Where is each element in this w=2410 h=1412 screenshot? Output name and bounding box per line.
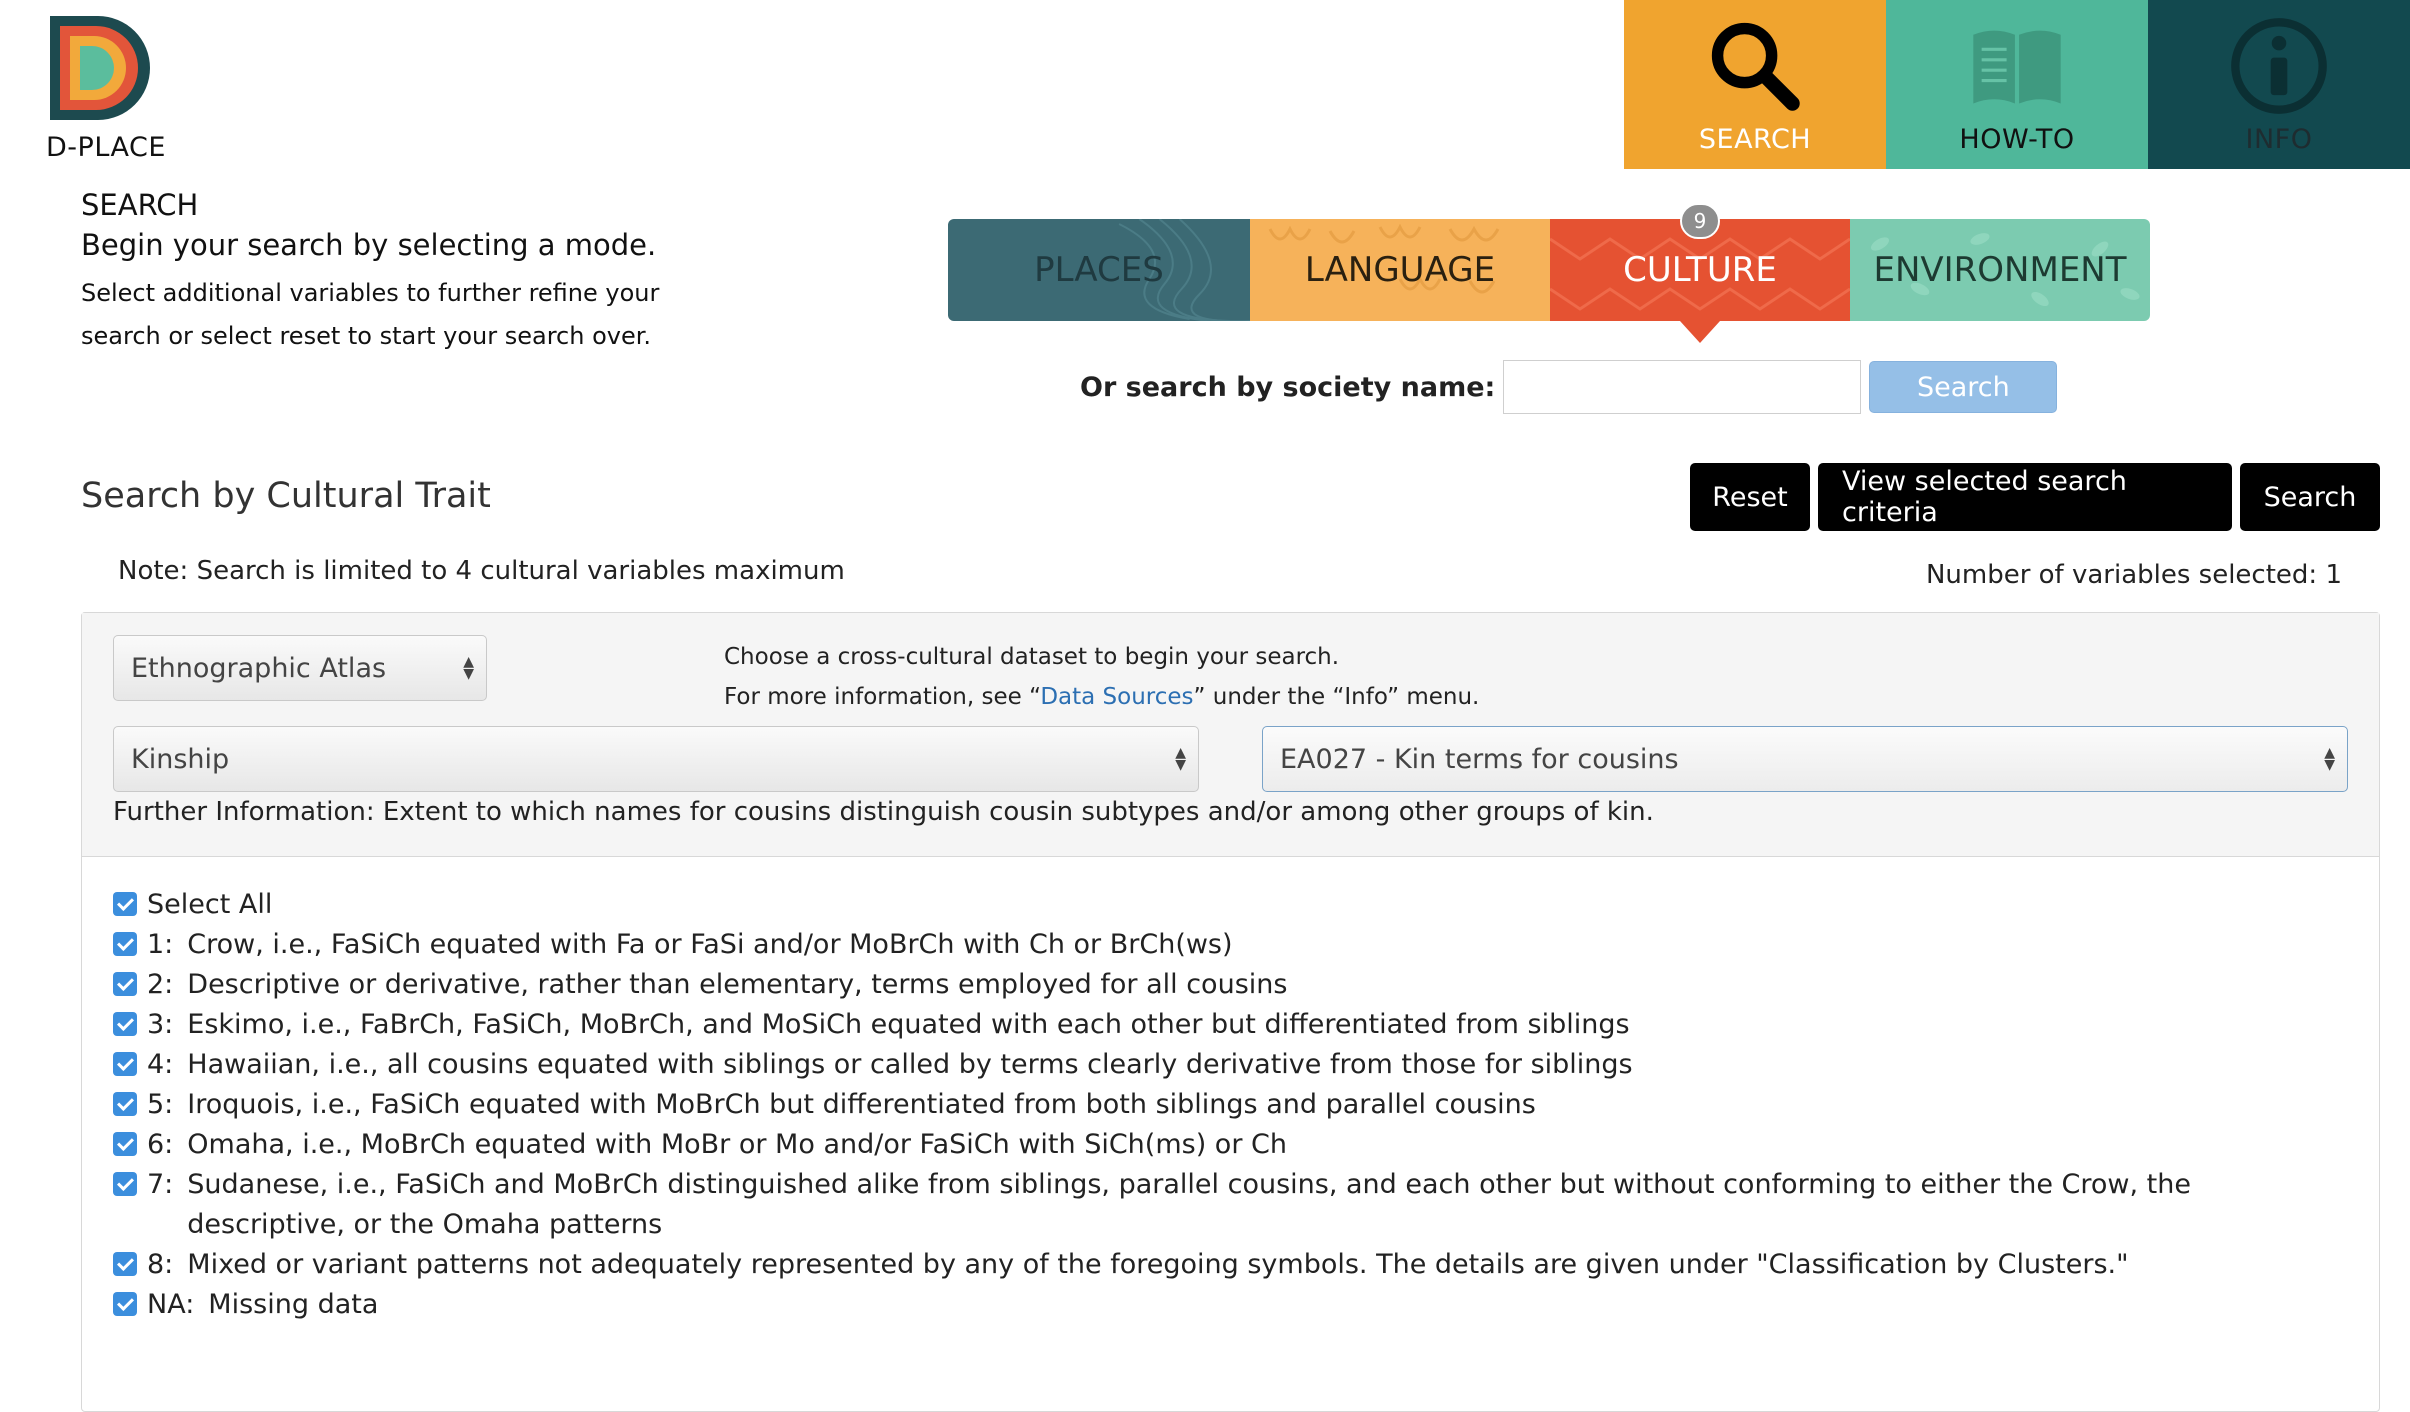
code-row[interactable]: 4: Hawaiian, i.e., all cousins equated w… <box>113 1045 2343 1085</box>
view-criteria-button[interactable]: View selected search criteria <box>1818 463 2232 531</box>
code-description: Iroquois, i.e., FaSiCh equated with MoBr… <box>187 1089 1536 1120</box>
data-sources-link[interactable]: Data Sources <box>1040 684 1193 710</box>
code-row[interactable]: 7: Sudanese, i.e., FaSiCh and MoBrCh dis… <box>113 1165 2343 1245</box>
code-value: 1: <box>147 929 174 960</box>
code-checkbox[interactable] <box>113 1172 137 1196</box>
select-all-label: Select All <box>147 889 273 920</box>
society-search: Or search by society name: Search <box>1080 360 2058 414</box>
code-value: 7: <box>147 1169 174 1200</box>
select-arrows-icon: ▲ ▼ <box>1175 745 1186 773</box>
nav-howto-button[interactable]: HOW-TO <box>1886 0 2148 169</box>
code-value: NA: <box>147 1289 195 1320</box>
code-row[interactable]: NA: Missing data <box>113 1285 2343 1325</box>
d-place-logo[interactable]: D-PLACE <box>46 12 166 163</box>
dataset-select[interactable]: Ethnographic Atlas ▲ ▼ <box>113 635 487 701</box>
mode-tabs: PLACES LANGUAGE 9 CULTURE ENVIRONMENT <box>948 203 2150 343</box>
tab-culture[interactable]: 9 CULTURE <box>1550 203 1850 343</box>
society-name-input[interactable] <box>1503 360 1862 414</box>
code-description: Hawaiian, i.e., all cousins equated with… <box>187 1049 1633 1080</box>
code-value: 8: <box>147 1249 174 1280</box>
nav-info-label: INFO <box>2245 124 2313 155</box>
code-value: 3: <box>147 1009 174 1040</box>
select-arrows-icon: ▲ ▼ <box>2324 745 2335 773</box>
code-row[interactable]: 5: Iroquois, i.e., FaSiCh equated with M… <box>113 1085 2343 1125</box>
code-value: 4: <box>147 1049 174 1080</box>
variables-selected-value: 1 <box>2325 560 2342 590</box>
select-arrows-icon: ▲ ▼ <box>463 654 474 682</box>
variables-selected-count: Number of variables selected: 1 <box>1926 560 2342 590</box>
search-icon <box>1711 22 1800 111</box>
tab-places[interactable]: PLACES <box>948 219 1250 321</box>
book-icon <box>1973 30 2061 104</box>
variables-selected-label: Number of variables selected: <box>1925 560 2318 590</box>
code-value: 5: <box>147 1089 174 1120</box>
code-checkbox[interactable] <box>113 1252 137 1276</box>
code-checkbox[interactable] <box>113 972 137 996</box>
code-row[interactable]: 3: Eskimo, i.e., FaBrCh, FaSiCh, MoBrCh,… <box>113 1005 2343 1045</box>
code-checkbox[interactable] <box>113 1132 137 1156</box>
code-checkbox[interactable] <box>113 1052 137 1076</box>
active-tab-caret <box>1680 321 1720 343</box>
code-row[interactable]: 2: Descriptive or derivative, rather tha… <box>113 965 2343 1005</box>
variable-select-value: EA027 - Kin terms for cousins <box>1280 743 1679 775</box>
code-checkbox[interactable] <box>113 932 137 956</box>
intro-heading: SEARCH <box>81 188 199 222</box>
select-all-row[interactable]: Select All <box>113 885 2343 925</box>
category-select[interactable]: Kinship ▲ ▼ <box>113 726 1199 792</box>
intro-line-2: Select additional variables to further r… <box>81 279 660 350</box>
culture-count-badge: 9 <box>1680 203 1720 239</box>
tab-language[interactable]: LANGUAGE <box>1250 219 1550 321</box>
code-description: Descriptive or derivative, rather than e… <box>187 969 1288 1000</box>
nav-howto-label: HOW-TO <box>1959 124 2075 155</box>
category-select-value: Kinship <box>131 743 230 775</box>
d-place-logo-mark <box>50 16 150 120</box>
section-title: Search by Cultural Trait <box>81 476 491 516</box>
further-information: Further Information: Extent to which nam… <box>113 797 1654 827</box>
code-description: Mixed or variant patterns not adequately… <box>187 1249 2129 1280</box>
action-buttons: Reset View selected search criteria Sear… <box>1682 463 2380 531</box>
code-row[interactable]: 8: Mixed or variant patterns not adequat… <box>113 1245 2343 1285</box>
society-search-button[interactable]: Search <box>1869 361 2058 413</box>
reset-button[interactable]: Reset <box>1690 463 1810 531</box>
top-nav: SEARCH HOW-TO INFO <box>1624 0 2410 169</box>
code-checkbox[interactable] <box>113 1092 137 1116</box>
trait-filters: Ethnographic Atlas ▲ ▼ Choose a cross-cul… <box>82 613 2379 857</box>
tab-environment-label: ENVIRONMENT <box>1873 250 2127 290</box>
tab-places-label: PLACES <box>1034 250 1164 290</box>
code-checkbox[interactable] <box>113 1292 137 1316</box>
dataset-help-line-2: For more information, see “Data Sources”… <box>724 684 1480 710</box>
trait-panel: Ethnographic Atlas ▲ ▼ Choose a cross-cul… <box>81 612 2380 1412</box>
select-all-checkbox[interactable] <box>113 892 137 916</box>
search-button[interactable]: Search <box>2240 463 2380 531</box>
code-value: 6: <box>147 1129 174 1160</box>
dataset-help-line-1: Choose a cross-cultural dataset to begin… <box>724 644 1340 670</box>
nav-search-label: SEARCH <box>1698 124 1812 155</box>
logo-text: D-PLACE <box>46 132 166 163</box>
intro-line-1: Begin your search by selecting a mode. <box>81 228 657 262</box>
code-description: Omaha, i.e., MoBrCh equated with MoBr or… <box>187 1129 1287 1160</box>
code-checkbox[interactable] <box>113 1012 137 1036</box>
code-row[interactable]: 6: Omaha, i.e., MoBrCh equated with MoBr… <box>113 1125 2343 1165</box>
nav-info-button[interactable]: INFO <box>2148 0 2410 169</box>
tab-environment[interactable]: ENVIRONMENT <box>1850 219 2150 321</box>
dataset-select-value: Ethnographic Atlas <box>131 652 387 684</box>
tab-language-label: LANGUAGE <box>1304 250 1496 290</box>
tab-culture-label: CULTURE <box>1623 250 1777 290</box>
dataset-help: Choose a cross-cultural dataset to begin… <box>724 637 1479 717</box>
variable-select[interactable]: EA027 - Kin terms for cousins ▲ ▼ <box>1262 726 2348 792</box>
limit-note: Note: Search is limited to 4 cultural va… <box>118 556 845 586</box>
code-row[interactable]: 1: Crow, i.e., FaSiCh equated with Fa or… <box>113 925 2343 965</box>
intro: SEARCH Begin your search by selecting a … <box>81 188 761 358</box>
code-description: Missing data <box>208 1289 379 1320</box>
info-icon <box>2231 18 2327 114</box>
code-description: Crow, i.e., FaSiCh equated with Fa or Fa… <box>187 929 1233 960</box>
code-checklist: Select All 1: Crow, i.e., FaSiCh equated… <box>113 885 2343 1325</box>
code-value: 2: <box>147 969 174 1000</box>
code-description: Sudanese, i.e., FaSiCh and MoBrCh distin… <box>187 1169 2191 1240</box>
society-search-label: Or search by society name: <box>1080 371 1496 403</box>
code-description: Eskimo, i.e., FaBrCh, FaSiCh, MoBrCh, an… <box>187 1009 1630 1040</box>
nav-search-button[interactable]: SEARCH <box>1624 0 1886 169</box>
